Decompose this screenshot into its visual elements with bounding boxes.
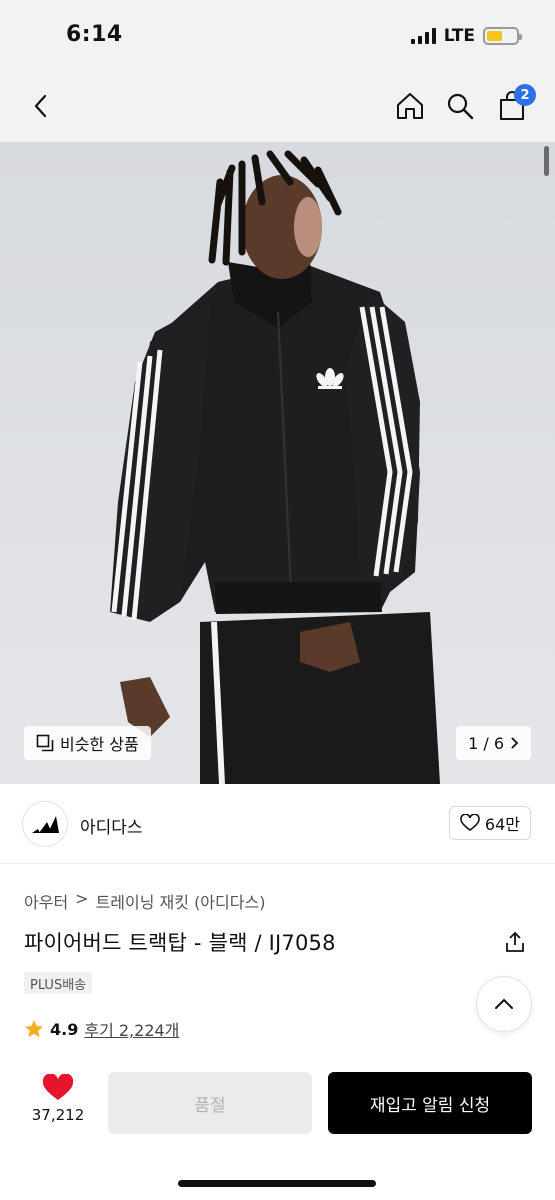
battery-icon: [483, 27, 522, 45]
product-title-row: 파이어버드 트랙탑 - 블랙 / IJ7058: [24, 927, 534, 957]
product-photo: [110, 150, 440, 784]
chevron-left-icon: [34, 94, 47, 118]
similar-products-label: 비슷한 상품: [60, 735, 139, 754]
breadcrumb-category[interactable]: 아우터: [24, 889, 68, 913]
rating-row: 4.9 후기 2,224개: [24, 1017, 179, 1041]
heart-filled-icon: [42, 1074, 74, 1100]
star-icon: [25, 1020, 43, 1038]
brand-name[interactable]: 아디다스: [80, 813, 143, 838]
restock-alert-button[interactable]: 재입고 알림 신청: [328, 1072, 532, 1134]
cart-button[interactable]: 2: [492, 84, 536, 126]
cart-count-badge: 2: [514, 84, 536, 106]
breadcrumb: 아우터 > 트레이닝 재킷 (아디다스): [24, 889, 265, 913]
adidas-logo-icon: [32, 816, 59, 833]
brand-like-count: 64만: [484, 815, 520, 834]
chevron-right-icon: [511, 737, 519, 749]
copy-icon: [36, 734, 54, 752]
plus-delivery-badge: PLUS배송: [24, 972, 93, 994]
wishlist-count: 37,212: [31, 1106, 85, 1124]
share-button[interactable]: [504, 931, 528, 955]
product-title: 파이어버드 트랙탑 - 블랙 / IJ7058: [24, 931, 336, 955]
network-label: LTE: [443, 26, 475, 46]
home-button[interactable]: [390, 86, 430, 126]
signal-icon: [410, 28, 436, 44]
status-time: 6:14: [66, 22, 123, 47]
brand-like-button[interactable]: 64만: [448, 806, 531, 840]
home-icon: [397, 93, 423, 119]
status-bar: 6:14 LTE: [0, 0, 555, 72]
review-link[interactable]: 후기 2,224개: [84, 1017, 179, 1041]
heart-outline-icon: [460, 814, 480, 831]
nav-bar: 2: [0, 72, 555, 142]
share-icon: [506, 931, 524, 952]
back-button[interactable]: [20, 86, 60, 126]
breadcrumb-separator: >: [75, 889, 89, 908]
page-indicator-label: 1 / 6: [468, 733, 504, 753]
similar-products-button[interactable]: 비슷한 상품: [24, 726, 151, 760]
scroll-to-top-button[interactable]: [476, 976, 532, 1032]
wishlist-button[interactable]: 37,212: [22, 1074, 94, 1124]
status-icons: LTE: [410, 26, 522, 46]
breadcrumb-subcategory[interactable]: 트레이닝 재킷 (아디다스): [96, 889, 266, 913]
product-image-carousel[interactable]: 비슷한 상품 1 / 6: [0, 142, 555, 784]
search-button[interactable]: [440, 86, 480, 126]
soldout-button: 품절: [108, 1072, 312, 1134]
image-page-indicator[interactable]: 1 / 6: [456, 726, 531, 760]
home-indicator: [178, 1180, 376, 1187]
rating-value: 4.9: [50, 1019, 79, 1039]
brand-row: 아디다스 64만: [0, 784, 555, 864]
bottom-action-bar: 37,212 품절 재입고 알림 신청: [0, 1056, 555, 1200]
chevron-up-icon: [495, 998, 513, 1009]
brand-logo[interactable]: [22, 801, 68, 847]
search-icon: [447, 93, 474, 120]
